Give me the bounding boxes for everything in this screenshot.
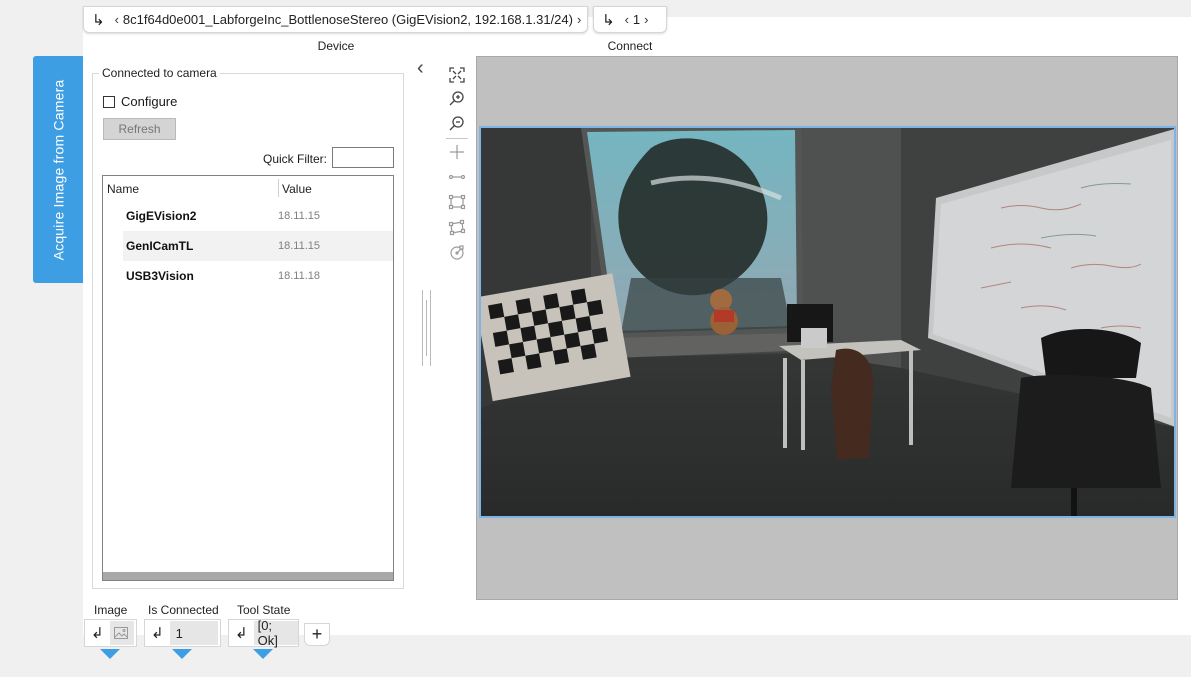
connect-caption: Connect <box>607 39 653 53</box>
zoom-out-icon[interactable] <box>448 115 466 133</box>
rectangle-tool-icon[interactable] <box>448 193 466 211</box>
configure-checkbox[interactable] <box>103 95 115 108</box>
column-header-name[interactable]: Name <box>107 182 139 196</box>
tool-state-marker <box>253 649 273 659</box>
fit-to-window-icon[interactable] <box>448 66 466 84</box>
device-value: 8c1f64d0e001_LabforgeInc_BottlenoseStere… <box>122 12 573 27</box>
row-value: 18.11.18 <box>278 270 321 282</box>
row-name: GenICamTL <box>126 239 194 253</box>
parameters-table: Name Value GigEVision2 18.11.15 GenICamT… <box>102 175 394 581</box>
table-header: Name Value <box>103 176 393 200</box>
input-link-icon[interactable]: ↳ <box>84 11 111 29</box>
row-name: GigEVision2 <box>126 209 197 223</box>
quick-filter-label: Quick Filter: <box>263 152 328 166</box>
configure-checkbox-row[interactable]: Configure <box>103 94 177 109</box>
output-link-icon[interactable]: ↲ <box>85 624 110 642</box>
column-header-value[interactable]: Value <box>282 182 312 196</box>
tool-state-caption: Tool State <box>237 603 291 617</box>
output-link-icon[interactable]: ↲ <box>145 624 170 642</box>
acquire-image-tab[interactable]: Acquire Image from Camera <box>33 56 83 283</box>
zoom-in-icon[interactable] <box>448 90 466 108</box>
camera-image-scene <box>481 128 1174 516</box>
image-output-caption: Image <box>94 603 128 617</box>
collapse-panel-icon[interactable]: ‹ <box>417 57 424 80</box>
acquire-image-tab-label: Acquire Image from Camera <box>50 79 66 260</box>
connect-prev-icon[interactable]: ‹ <box>621 12 633 27</box>
panel-splitter[interactable] <box>420 290 434 366</box>
row-value: 18.11.15 <box>278 240 321 252</box>
point-tool-icon[interactable] <box>448 143 466 161</box>
camera-image[interactable] <box>479 126 1176 518</box>
image-output[interactable]: ↲ <box>84 619 137 647</box>
device-prev-icon[interactable]: ‹ <box>111 12 123 27</box>
horizontal-scrollbar[interactable] <box>103 572 393 580</box>
circle-tool-icon[interactable] <box>448 243 466 261</box>
toolbar-divider <box>446 138 468 139</box>
image-output-marker <box>100 649 120 659</box>
column-divider[interactable] <box>278 179 279 197</box>
row-value: 18.11.15 <box>278 210 321 222</box>
segment-tool-icon[interactable] <box>448 168 466 186</box>
table-row[interactable]: USB3Vision 18.11.18 <box>123 261 393 291</box>
connect-input[interactable]: ↳ ‹ 1 › <box>593 6 667 33</box>
device-caption: Device <box>317 39 355 53</box>
configure-label: Configure <box>121 94 178 109</box>
is-connected-value: 1 <box>169 621 218 645</box>
is-connected-output[interactable]: ↲ 1 <box>144 619 221 647</box>
device-input[interactable]: ↳ ‹ 8c1f64d0e001_LabforgeInc_BottlenoseS… <box>83 6 588 33</box>
input-link-icon[interactable]: ↳ <box>594 11 621 29</box>
add-output-button[interactable]: + <box>304 623 330 646</box>
is-connected-marker <box>172 649 192 659</box>
connect-value: 1 <box>632 12 641 27</box>
is-connected-caption: Is Connected <box>148 603 219 617</box>
row-name: USB3Vision <box>126 269 194 283</box>
image-thumbnail-icon[interactable] <box>109 621 134 645</box>
device-next-icon[interactable]: › <box>573 12 587 27</box>
output-link-icon[interactable]: ↲ <box>229 624 254 642</box>
table-row[interactable]: GenICamTL 18.11.15 <box>123 231 393 261</box>
quick-filter-input[interactable] <box>332 147 394 168</box>
table-row[interactable]: GigEVision2 18.11.15 <box>123 201 393 231</box>
tool-state-output[interactable]: ↲ [0; Ok] <box>228 618 299 648</box>
refresh-button[interactable]: Refresh <box>103 118 176 140</box>
tool-state-value: [0; Ok] <box>253 618 298 648</box>
rotated-rectangle-tool-icon[interactable] <box>448 218 466 236</box>
group-title: Connected to camera <box>99 66 220 80</box>
connect-next-icon[interactable]: › <box>640 12 652 27</box>
